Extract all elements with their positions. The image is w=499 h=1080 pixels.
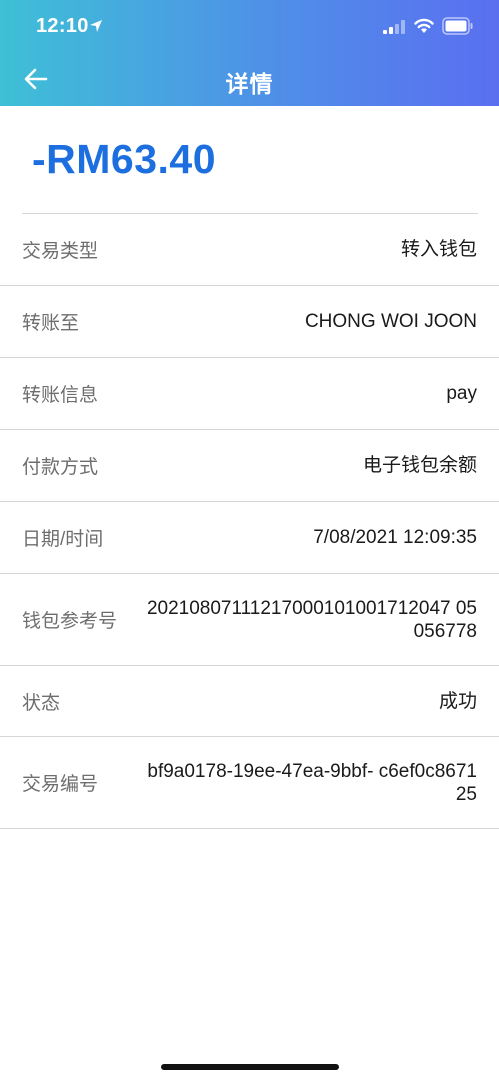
detail-row-transaction-type: 交易类型 转入钱包 xyxy=(0,214,499,286)
detail-label: 交易类型 xyxy=(22,241,99,262)
detail-value: 7/08/2021 12:09:35 xyxy=(313,527,477,548)
status-time: 12:10 xyxy=(36,15,89,37)
detail-list: 交易类型 转入钱包 转账至 CHONG WOI JOON 转账信息 pay 付款… xyxy=(0,214,499,829)
nav-bar: 详情 xyxy=(0,52,499,106)
detail-row-transfer-to: 转账至 CHONG WOI JOON xyxy=(0,286,499,358)
detail-value: bf9a0178-19ee-47ea-9bbf- c6ef0c867125 xyxy=(147,760,477,805)
detail-row-transfer-message: 转账信息 pay xyxy=(0,358,499,430)
home-indicator[interactable] xyxy=(161,1064,339,1070)
cellular-signal-icon xyxy=(383,20,405,34)
detail-label: 付款方式 xyxy=(22,457,99,478)
detail-row-transaction-id: 交易编号 bf9a0178-19ee-47ea-9bbf- c6ef0c8671… xyxy=(0,737,499,829)
detail-row-wallet-reference: 钱包参考号 20210807111217000101001712047 0505… xyxy=(0,574,499,666)
status-bar: 12:10 xyxy=(0,0,499,52)
detail-label: 转账信息 xyxy=(22,385,99,406)
detail-label: 状态 xyxy=(22,692,61,714)
wifi-icon xyxy=(414,18,434,33)
app-header: 12:10 详情 xyxy=(0,0,499,106)
detail-label: 转账至 xyxy=(22,313,80,334)
detail-label: 日期/时间 xyxy=(22,529,104,550)
detail-value: CHONG WOI JOON xyxy=(304,311,477,332)
battery-icon xyxy=(442,17,473,35)
page-title: 详情 xyxy=(225,71,274,97)
detail-value: pay xyxy=(446,383,477,404)
detail-value: 20210807111217000101001712047 05056778 xyxy=(146,597,477,642)
detail-label: 交易编号 xyxy=(22,774,99,795)
transaction-amount: -RM63.40 xyxy=(32,136,217,182)
detail-row-payment-method: 付款方式 电子钱包余额 xyxy=(0,430,499,502)
detail-label: 钱包参考号 xyxy=(22,611,118,632)
location-arrow-icon xyxy=(90,20,102,32)
detail-row-status: 状态 成功 xyxy=(0,666,499,737)
detail-value: 电子钱包余额 xyxy=(362,455,477,476)
detail-row-datetime: 日期/时间 7/08/2021 12:09:35 xyxy=(0,502,499,574)
detail-value: 成功 xyxy=(438,690,477,712)
detail-value: 转入钱包 xyxy=(400,239,477,260)
